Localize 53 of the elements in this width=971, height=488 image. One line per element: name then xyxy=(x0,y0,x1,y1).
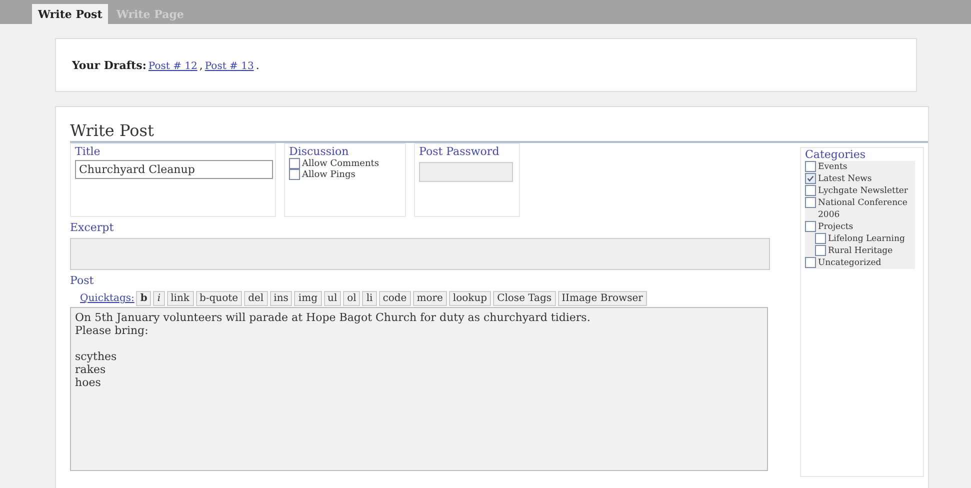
quicktag-button[interactable]: li xyxy=(362,291,377,306)
field-label: Post xyxy=(70,274,95,287)
option-label: Allow Pings xyxy=(302,170,356,180)
checkbox[interactable] xyxy=(805,197,816,208)
field-label: Categories xyxy=(805,148,866,161)
quicktag-button[interactable]: IImage Browser xyxy=(558,291,647,306)
quicktags-link[interactable]: Quicktags: xyxy=(80,293,134,304)
category-label: Lifelong Learning xyxy=(828,233,905,245)
quicktag-button[interactable]: ins xyxy=(270,291,292,306)
checkbox[interactable] xyxy=(805,173,816,184)
period: . xyxy=(256,58,260,72)
title-field[interactable]: Churchyard Cleanup xyxy=(75,160,273,179)
quicktag-button[interactable]: code xyxy=(378,291,411,306)
quicktag-button[interactable]: b-quote xyxy=(196,291,242,306)
drafts-label: Your Drafts: xyxy=(72,58,146,72)
category-label: Projects xyxy=(818,221,854,233)
category-label: Events xyxy=(818,161,848,173)
draft-link[interactable]: Post # 13 xyxy=(204,60,254,72)
quicktag-button[interactable]: del xyxy=(244,291,268,306)
field-label: Excerpt xyxy=(70,221,115,234)
separator: , xyxy=(199,58,203,72)
quicktag-button[interactable]: ol xyxy=(343,291,360,306)
checkbox[interactable] xyxy=(805,257,816,268)
option-label: Allow Comments xyxy=(302,158,379,168)
quicktag-button[interactable]: lookup xyxy=(448,291,492,306)
section-heading: Write Post xyxy=(70,121,928,143)
category-label: National Conference 2006 xyxy=(818,197,908,221)
quicktag-button[interactable]: img xyxy=(294,291,322,306)
checkbox[interactable] xyxy=(289,169,300,180)
post-content-field[interactable]: On 5th January volunteers will parade at Hope Bagot Church for duty as churchyard tidiers. Please bring: scythes rakes hoes xyxy=(70,307,768,471)
checkbox[interactable] xyxy=(289,158,300,169)
field-label: Post Password xyxy=(419,145,500,158)
category-label: Rural Heritage xyxy=(828,245,893,257)
excerpt-field[interactable] xyxy=(70,238,770,270)
quicktag-button[interactable]: link xyxy=(166,291,194,306)
checkbox[interactable] xyxy=(815,233,826,244)
quicktag-button[interactable]: i xyxy=(153,291,165,306)
password-field[interactable] xyxy=(419,162,513,182)
tab[interactable]: Write Post xyxy=(32,4,108,24)
checkbox[interactable] xyxy=(815,245,826,256)
checkbox[interactable] xyxy=(805,185,816,196)
quicktag-button[interactable]: more xyxy=(412,291,447,306)
draft-link[interactable]: Post # 12 xyxy=(148,60,198,72)
category-label: Latest News xyxy=(818,173,872,185)
quicktag-button[interactable]: Close Tags xyxy=(493,291,556,306)
quicktag-button[interactable]: ul xyxy=(324,291,342,306)
category-label: Lychgate Newsletter xyxy=(818,185,908,197)
field-label: Discussion xyxy=(289,145,350,158)
checkbox[interactable] xyxy=(805,221,816,232)
field-label: Title xyxy=(75,145,102,158)
category-label: Uncategorized xyxy=(818,257,882,269)
quicktag-button[interactable]: b xyxy=(136,291,152,306)
checkbox[interactable] xyxy=(805,161,816,172)
